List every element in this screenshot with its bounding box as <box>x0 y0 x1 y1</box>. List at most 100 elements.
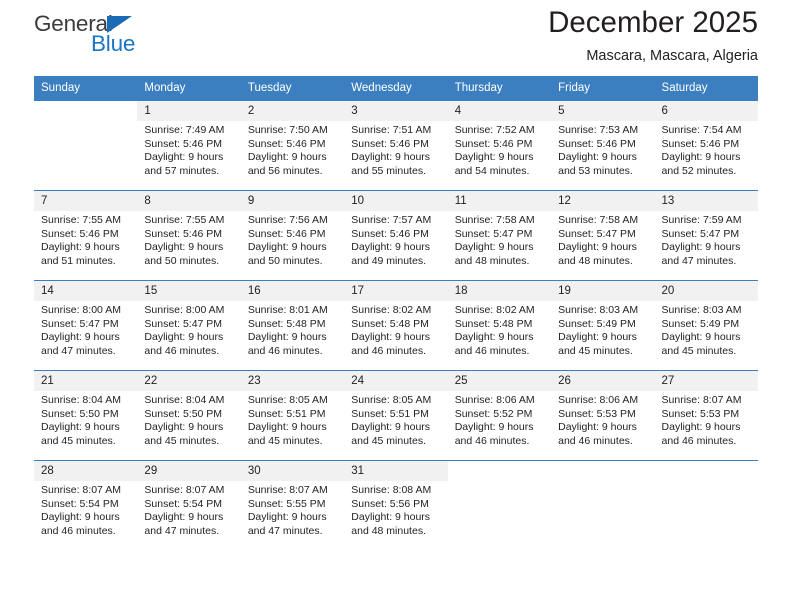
calendar-day-cell[interactable]: 15 Sunrise: 8:00 AM Sunset: 5:47 PM Dayligh… <box>137 280 241 371</box>
day-details: Sunrise: 7:55 AM Sunset: 5:46 PM Daylight:… <box>34 211 137 268</box>
day-number: 7 <box>34 191 138 211</box>
calendar-week-row: 28 Sunrise: 8:07 AM Sunset: 5:54 PM Dayligh… <box>34 460 758 550</box>
sunrise-text: Sunrise: 8:08 AM <box>351 484 432 496</box>
day-number: 4 <box>447 101 552 121</box>
calendar-day-cell[interactable]: 25 Sunrise: 8:06 AM Sunset: 5:52 PM Dayligh… <box>447 370 552 461</box>
day-details: Sunrise: 8:07 AM Sunset: 5:55 PM Daylight:… <box>241 481 344 538</box>
sunset-text: Sunset: 5:48 PM <box>351 317 429 330</box>
calendar-day-cell[interactable]: 11 Sunrise: 7:58 AM Sunset: 5:47 PM Dayligh… <box>447 190 552 281</box>
calendar-day-cell[interactable]: 26 Sunrise: 8:06 AM Sunset: 5:53 PM Dayligh… <box>551 370 655 461</box>
day-details: Sunrise: 8:00 AM Sunset: 5:47 PM Daylight:… <box>34 301 137 358</box>
general-blue-logo[interactable]: General Blue <box>34 12 234 67</box>
calendar-day-cell[interactable]: 7 Sunrise: 7:55 AM Sunset: 5:46 PM Daylight… <box>34 190 138 281</box>
daylight-text-line1: Daylight: 9 hours <box>247 241 327 254</box>
calendar-day-cell[interactable]: 21 Sunrise: 8:04 AM Sunset: 5:50 PM Dayligh… <box>34 370 138 461</box>
sunrise-text: Sunrise: 7:49 AM <box>144 124 225 136</box>
daylight-text-line2: and 46 minutes. <box>454 344 530 357</box>
daylight-text-line1: Daylight: 9 hours <box>454 151 534 164</box>
daylight-text-line1: Daylight: 9 hours <box>351 241 431 254</box>
daylight-text-line1: Daylight: 9 hours <box>351 421 431 434</box>
calendar-day-cell[interactable]: 23 Sunrise: 8:05 AM Sunset: 5:51 PM Dayligh… <box>240 370 345 461</box>
calendar-day-cell[interactable]: 27 Sunrise: 8:07 AM Sunset: 5:53 PM Dayligh… <box>654 370 758 461</box>
calendar-day-cell[interactable]: 9 Sunrise: 7:56 AM Sunset: 5:46 PM Daylight… <box>240 190 345 281</box>
calendar-day-cell[interactable]: 29 Sunrise: 8:07 AM Sunset: 5:54 PM Dayligh… <box>137 460 241 550</box>
calendar-day-cell[interactable]: 17 Sunrise: 8:02 AM Sunset: 5:48 PM Dayligh… <box>344 280 448 371</box>
calendar-day-cell[interactable] <box>34 100 138 191</box>
daylight-text-line1: Daylight: 9 hours <box>144 331 224 344</box>
day-number: 27 <box>654 371 758 391</box>
day-number <box>551 461 655 481</box>
day-details: Sunrise: 7:58 AM Sunset: 5:47 PM Daylight:… <box>551 211 654 268</box>
day-number: 31 <box>344 461 448 481</box>
day-details: Sunrise: 8:05 AM Sunset: 5:51 PM Daylight:… <box>344 391 447 448</box>
calendar-day-cell[interactable]: 28 Sunrise: 8:07 AM Sunset: 5:54 PM Dayligh… <box>34 460 138 550</box>
daylight-text-line2: and 46 minutes. <box>41 524 116 537</box>
calendar-day-cell[interactable]: 10 Sunrise: 7:57 AM Sunset: 5:46 PM Dayligh… <box>344 190 448 281</box>
sunset-text: Sunset: 5:48 PM <box>247 317 326 330</box>
calendar-day-cell[interactable] <box>447 460 552 550</box>
calendar-day-cell[interactable]: 4 Sunrise: 7:52 AM Sunset: 5:46 PM Daylight… <box>447 100 552 191</box>
day-details: Sunrise: 7:50 AM Sunset: 5:46 PM Daylight:… <box>241 121 344 178</box>
calendar-day-cell[interactable]: 13 Sunrise: 7:59 AM Sunset: 5:47 PM Dayligh… <box>654 190 758 281</box>
calendar-day-cell[interactable]: 2 Sunrise: 7:50 AM Sunset: 5:46 PM Daylight… <box>240 100 345 191</box>
day-details: Sunrise: 7:49 AM Sunset: 5:46 PM Daylight:… <box>137 121 240 178</box>
sunrise-text: Sunrise: 8:03 AM <box>558 304 639 316</box>
calendar-day-cell[interactable]: 8 Sunrise: 7:55 AM Sunset: 5:46 PM Daylight… <box>137 190 241 281</box>
sunrise-text: Sunrise: 8:06 AM <box>454 394 535 406</box>
sunrise-text: Sunrise: 7:52 AM <box>454 124 535 136</box>
calendar-day-cell[interactable]: 31 Sunrise: 8:08 AM Sunset: 5:56 PM Dayligh… <box>344 460 448 550</box>
calendar-day-cell[interactable]: 12 Sunrise: 7:58 AM Sunset: 5:47 PM Dayligh… <box>551 190 655 281</box>
logo-text-blue: Blue <box>91 31 136 56</box>
weekday-header-sunday: Sunday <box>34 76 138 101</box>
sunrise-text: Sunrise: 8:07 AM <box>41 484 121 496</box>
sunset-text: Sunset: 5:46 PM <box>351 137 429 150</box>
calendar-day-cell[interactable]: 3 Sunrise: 7:51 AM Sunset: 5:46 PM Daylight… <box>344 100 448 191</box>
calendar-day-cell[interactable]: 30 Sunrise: 8:07 AM Sunset: 5:55 PM Dayligh… <box>240 460 345 550</box>
day-details: Sunrise: 7:56 AM Sunset: 5:46 PM Daylight:… <box>241 211 344 268</box>
sunset-text: Sunset: 5:50 PM <box>41 407 119 420</box>
calendar-day-cell[interactable]: 18 Sunrise: 8:02 AM Sunset: 5:48 PM Dayligh… <box>447 280 552 371</box>
daylight-text-line1: Daylight: 9 hours <box>454 241 534 254</box>
day-number: 20 <box>654 281 758 301</box>
day-number: 17 <box>344 281 448 301</box>
day-number: 6 <box>654 101 758 121</box>
calendar-day-cell[interactable]: 16 Sunrise: 8:01 AM Sunset: 5:48 PM Dayligh… <box>240 280 345 371</box>
daylight-text-line1: Daylight: 9 hours <box>351 331 431 344</box>
calendar-day-cell[interactable]: 20 Sunrise: 8:03 AM Sunset: 5:49 PM Dayligh… <box>654 280 758 371</box>
day-details: Sunrise: 8:01 AM Sunset: 5:48 PM Daylight:… <box>241 301 344 358</box>
daylight-text-line2: and 46 minutes. <box>351 344 426 357</box>
calendar-day-cell[interactable] <box>551 460 655 550</box>
daylight-text-line1: Daylight: 9 hours <box>661 331 741 344</box>
sunset-text: Sunset: 5:47 PM <box>454 227 533 240</box>
calendar-day-cell[interactable] <box>654 460 758 550</box>
day-number: 29 <box>137 461 241 481</box>
calendar-day-cell[interactable]: 24 Sunrise: 8:05 AM Sunset: 5:51 PM Dayligh… <box>344 370 448 461</box>
weekday-header-tuesday: Tuesday <box>240 76 345 101</box>
calendar-day-cell[interactable]: 5 Sunrise: 7:53 AM Sunset: 5:46 PM Daylight… <box>551 100 655 191</box>
daylight-text-line1: Daylight: 9 hours <box>41 331 120 344</box>
title-block: December 2025 Mascara, Mascara, Algeria <box>548 5 758 64</box>
daylight-text-line2: and 48 minutes. <box>558 254 633 267</box>
day-number: 14 <box>34 281 138 301</box>
day-number: 15 <box>137 281 241 301</box>
day-number: 16 <box>240 281 345 301</box>
sunset-text: Sunset: 5:49 PM <box>558 317 636 330</box>
sunset-text: Sunset: 5:46 PM <box>558 137 636 150</box>
calendar-day-cell[interactable]: 22 Sunrise: 8:04 AM Sunset: 5:50 PM Dayligh… <box>137 370 241 461</box>
calendar-day-cell[interactable]: 19 Sunrise: 8:03 AM Sunset: 5:49 PM Dayligh… <box>551 280 655 371</box>
sunset-text: Sunset: 5:47 PM <box>558 227 636 240</box>
daylight-text-line1: Daylight: 9 hours <box>41 241 120 254</box>
day-number: 30 <box>240 461 345 481</box>
day-details: Sunrise: 8:03 AM Sunset: 5:49 PM Daylight:… <box>655 301 758 358</box>
calendar-week-row: 21 Sunrise: 8:04 AM Sunset: 5:50 PM Dayligh… <box>34 370 758 461</box>
sunset-text: Sunset: 5:46 PM <box>41 227 119 240</box>
daylight-text-line1: Daylight: 9 hours <box>558 421 637 434</box>
sunrise-text: Sunrise: 8:07 AM <box>144 484 225 496</box>
sunrise-text: Sunrise: 8:07 AM <box>661 394 742 406</box>
calendar-day-cell[interactable]: 6 Sunrise: 7:54 AM Sunset: 5:46 PM Daylight… <box>654 100 758 191</box>
calendar-day-cell[interactable]: 1 Sunrise: 7:49 AM Sunset: 5:46 PM Daylight… <box>137 100 241 191</box>
logo-triangle-icon <box>107 15 132 33</box>
calendar-day-cell[interactable]: 14 Sunrise: 8:00 AM Sunset: 5:47 PM Dayligh… <box>34 280 138 371</box>
daylight-text-line2: and 57 minutes. <box>144 164 220 177</box>
daylight-text-line2: and 47 minutes. <box>661 254 737 267</box>
